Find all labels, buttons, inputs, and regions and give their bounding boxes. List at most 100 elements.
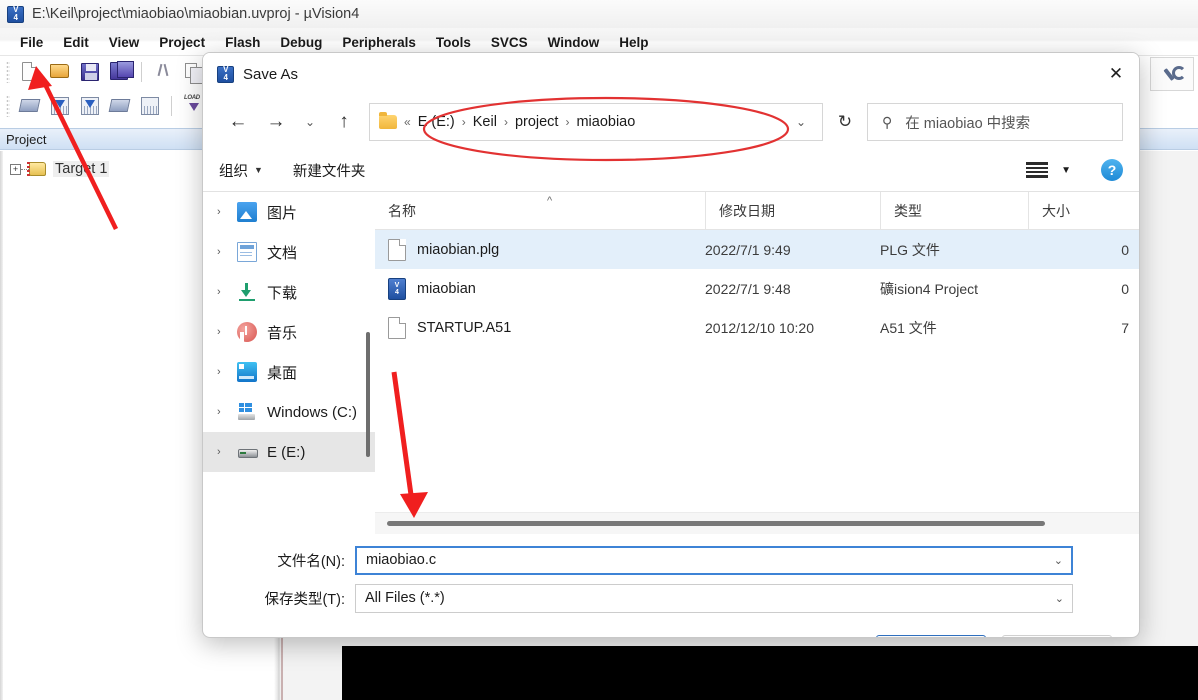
back-button[interactable]: ← xyxy=(219,105,257,139)
menu-bar: File Edit View Project Flash Debug Perip… xyxy=(0,31,1198,54)
breadcrumb-item-drive[interactable]: E (E:) xyxy=(418,114,455,130)
file-list: miaobian.plg 2022/7/1 9:49 PLG 文件 0 V 4 xyxy=(375,230,1139,512)
tree-expand-icon[interactable]: + xyxy=(10,163,21,175)
chevron-right-icon[interactable]: › xyxy=(217,446,237,458)
chevron-right-icon[interactable]: › xyxy=(217,286,237,298)
filename-input[interactable]: miaobiao.c ⌄ xyxy=(355,545,1073,575)
rebuild-arrow-icon xyxy=(85,100,95,108)
file-list-pane: 名称 修改日期 类型 大小 ^ miaobian.plg 2022/7/1 9:… xyxy=(375,192,1139,534)
open-file-toolbar-button[interactable] xyxy=(47,59,73,85)
sidebar-item-pictures[interactable]: › 图片 xyxy=(203,192,375,232)
dialog-navigation-bar: ← → ⌄ ↑ « E (E:) › Keil › project › miao… xyxy=(203,95,1139,149)
chevron-down-icon: ▼ xyxy=(254,165,263,175)
menu-edit[interactable]: Edit xyxy=(53,33,99,52)
filename-value: miaobiao.c xyxy=(366,552,437,568)
savetype-row: 保存类型(T): All Files (*.*) ⌄ xyxy=(203,582,1139,614)
menu-peripherals[interactable]: Peripherals xyxy=(332,33,426,52)
new-folder-button[interactable]: 新建文件夹 xyxy=(293,160,366,181)
generic-file-icon xyxy=(388,316,406,339)
cut-toolbar-button[interactable] xyxy=(150,59,176,85)
column-header-modified[interactable]: 修改日期 xyxy=(705,192,880,229)
sort-ascending-icon: ^ xyxy=(547,195,553,207)
close-icon[interactable]: ✕ xyxy=(1093,53,1139,95)
wrench-toolbar-button[interactable] xyxy=(1150,57,1194,91)
chevron-down-icon[interactable]: ⌄ xyxy=(786,115,816,129)
file-modified: 2022/7/1 9:49 xyxy=(705,241,791,258)
menu-file[interactable]: File xyxy=(10,33,53,52)
filename-label: 文件名(N): xyxy=(277,553,345,570)
blank-black-region xyxy=(342,646,1198,700)
view-controls: ▼ ? xyxy=(1026,159,1123,181)
save-toolbar-button[interactable] xyxy=(77,59,103,85)
list-view-icon[interactable] xyxy=(1026,162,1049,178)
savetype-select[interactable]: All Files (*.*) ⌄ xyxy=(355,583,1073,613)
recent-locations-button[interactable]: ⌄ xyxy=(295,105,325,139)
up-button[interactable]: ↑ xyxy=(325,105,363,139)
rebuild-all-toolbar-button[interactable] xyxy=(77,93,103,119)
build-target-toolbar-button[interactable] xyxy=(47,93,73,119)
menu-flash[interactable]: Flash xyxy=(215,33,270,52)
search-input[interactable]: ⚲ 在 miaobiao 中搜索 xyxy=(867,103,1123,141)
file-list-horizontal-scrollbar[interactable] xyxy=(375,512,1139,534)
toolbar-separator xyxy=(141,61,142,82)
build-toolbar-button[interactable] xyxy=(17,93,43,119)
new-file-toolbar-button[interactable] xyxy=(17,59,43,85)
table-row[interactable]: STARTUP.A51 2012/12/10 10:20 A51 文件 7 xyxy=(375,308,1139,347)
downloads-icon xyxy=(237,282,257,302)
breadcrumb-item-keil[interactable]: Keil xyxy=(473,114,497,130)
file-name: miaobian.plg xyxy=(417,241,500,258)
batch-build-icon xyxy=(108,99,131,112)
breadcrumb-sep-2: › xyxy=(503,115,508,129)
scrollbar-thumb[interactable] xyxy=(387,521,1045,526)
chevron-right-icon[interactable]: › xyxy=(217,406,237,418)
help-icon[interactable]: ? xyxy=(1101,159,1123,181)
refresh-icon[interactable]: ↻ xyxy=(823,103,867,141)
uvision-logo-icon: V 4 xyxy=(7,5,24,23)
savetype-label: 保存类型(T): xyxy=(264,591,345,608)
documents-icon xyxy=(237,242,257,262)
view-chevron-down-icon[interactable]: ▼ xyxy=(1061,165,1071,176)
project-tree-row-target1[interactable]: + Target 1 xyxy=(10,161,110,178)
cancel-button[interactable]: 取消 xyxy=(1002,635,1112,637)
breadcrumb-sep-3: › xyxy=(565,115,570,129)
table-row[interactable]: miaobian.plg 2022/7/1 9:49 PLG 文件 0 xyxy=(375,230,1139,269)
stop-build-toolbar-button[interactable] xyxy=(137,93,163,119)
chevron-right-icon[interactable]: › xyxy=(217,246,237,258)
toolbar-grip[interactable] xyxy=(6,60,10,83)
table-row[interactable]: V 4 miaobian 2022/7/1 9:48 礦ision4 Proje… xyxy=(375,269,1139,308)
load-icon: LOAD xyxy=(182,95,204,117)
menu-help[interactable]: Help xyxy=(609,33,658,52)
sidebar-item-windows-c[interactable]: › Windows (C:) xyxy=(203,392,375,432)
sidebar-item-downloads[interactable]: › 下载 xyxy=(203,272,375,312)
menu-svcs[interactable]: SVCS xyxy=(481,33,538,52)
chevron-down-icon[interactable]: ⌄ xyxy=(1055,592,1064,605)
sidebar-item-music[interactable]: › 音乐 xyxy=(203,312,375,352)
batch-build-toolbar-button[interactable] xyxy=(107,93,133,119)
sidebar-item-documents[interactable]: › 文档 xyxy=(203,232,375,272)
sidebar-item-desktop[interactable]: › 桌面 xyxy=(203,352,375,392)
chevron-right-icon[interactable]: › xyxy=(217,326,237,338)
breadcrumb[interactable]: « E (E:) › Keil › project › miaobiao ⌄ xyxy=(369,103,823,141)
organize-button[interactable]: 组织 ▼ xyxy=(219,160,263,181)
breadcrumb-item-miaobiao[interactable]: miaobiao xyxy=(576,114,635,130)
menu-project[interactable]: Project xyxy=(149,33,215,52)
chevron-right-icon[interactable]: › xyxy=(217,206,237,218)
column-header-name[interactable]: 名称 xyxy=(375,192,705,229)
column-header-type[interactable]: 类型 xyxy=(880,192,1028,229)
forward-button[interactable]: → xyxy=(257,105,295,139)
menu-debug[interactable]: Debug xyxy=(270,33,332,52)
menu-view[interactable]: View xyxy=(99,33,150,52)
save-all-toolbar-button[interactable] xyxy=(107,59,134,85)
sidebar-item-e-drive[interactable]: › E (E:) xyxy=(203,432,375,472)
sidebar-label: 下载 xyxy=(267,284,298,302)
navigation-pane-scrollbar[interactable] xyxy=(366,332,370,457)
chevron-right-icon[interactable]: › xyxy=(217,366,237,378)
toolbar-grip-2[interactable] xyxy=(6,95,10,117)
column-header-size[interactable]: 大小 xyxy=(1028,192,1139,229)
chevron-down-icon[interactable]: ⌄ xyxy=(1054,554,1063,567)
menu-window[interactable]: Window xyxy=(538,33,610,52)
sidebar-label: Windows (C:) xyxy=(267,403,358,421)
breadcrumb-item-project[interactable]: project xyxy=(515,114,559,130)
save-button[interactable]: 保存(S) xyxy=(876,635,986,637)
menu-tools[interactable]: Tools xyxy=(426,33,481,52)
